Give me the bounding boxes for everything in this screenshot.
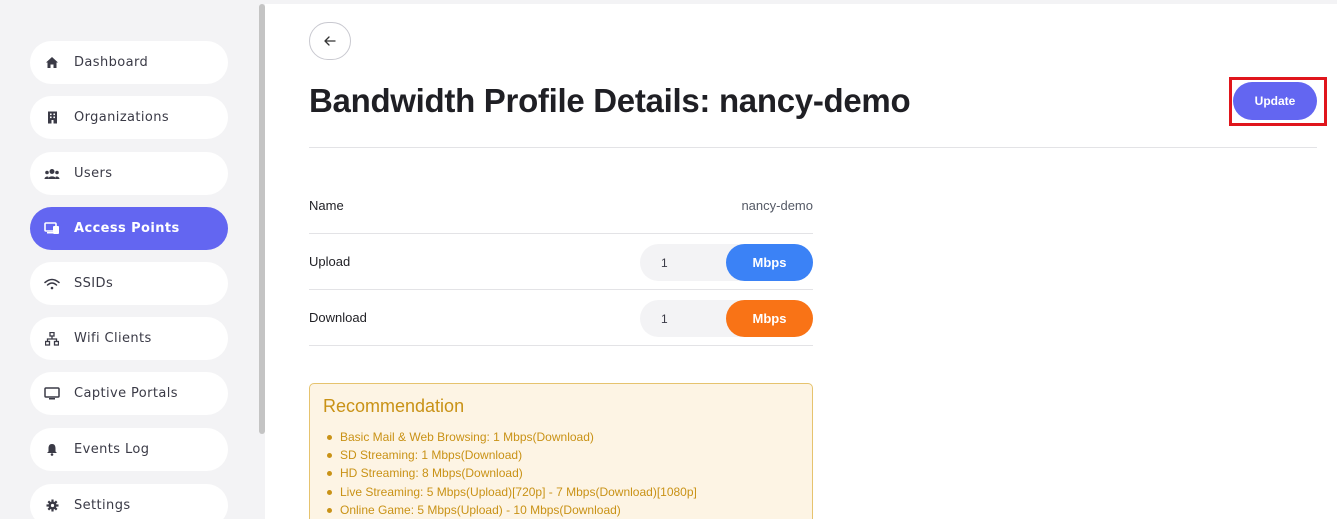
- sidebar-item-wifi-clients[interactable]: Wifi Clients: [30, 317, 228, 360]
- recommendation-item: Online Game: 5 Mbps(Upload) - 10 Mbps(Do…: [323, 501, 799, 519]
- sidebar-item-label: Wifi Clients: [74, 331, 152, 346]
- sidebar-item-label: Dashboard: [74, 55, 149, 70]
- download-input-group: 1 Mbps: [640, 300, 813, 337]
- sidebar-item-users[interactable]: Users: [30, 152, 228, 195]
- recommendation-item: Live Streaming: 5 Mbps(Upload)[720p] - 7…: [323, 483, 799, 501]
- sidebar-item-ssids[interactable]: SSIDs: [30, 262, 228, 305]
- wifi-icon: [44, 276, 60, 292]
- back-button[interactable]: [309, 22, 351, 60]
- network-icon: [44, 331, 60, 347]
- sidebar-item-events-log[interactable]: Events Log: [30, 428, 228, 471]
- sidebar-item-captive-portals[interactable]: Captive Portals: [30, 372, 228, 415]
- recommendation-box: Recommendation Basic Mail & Web Browsing…: [309, 383, 813, 519]
- bell-icon: [44, 442, 60, 458]
- upload-input-group: 1 Mbps: [640, 244, 813, 281]
- sidebar: Dashboard Organizations Users Access Poi…: [0, 4, 265, 519]
- users-icon: [44, 166, 60, 182]
- page-title: Bandwidth Profile Details: nancy-demo: [309, 82, 911, 119]
- recommendation-title: Recommendation: [323, 396, 465, 416]
- upload-unit-select[interactable]: Mbps: [726, 244, 813, 281]
- sidebar-item-access-points[interactable]: Access Points: [30, 207, 228, 250]
- download-unit-select[interactable]: Mbps: [726, 300, 813, 337]
- sidebar-item-label: Settings: [74, 498, 131, 513]
- header-divider: [309, 147, 1317, 148]
- sidebar-item-label: Access Points: [74, 221, 180, 236]
- upload-input[interactable]: 1: [640, 256, 726, 270]
- name-value: nancy-demo: [741, 198, 813, 213]
- recommendation-item: HD Streaming: 8 Mbps(Download): [323, 464, 799, 482]
- building-icon: [44, 110, 60, 126]
- name-label: Name: [309, 198, 344, 213]
- name-row: Name nancy-demo: [309, 178, 813, 234]
- sidebar-item-label: SSIDs: [74, 276, 114, 291]
- sidebar-item-settings[interactable]: Settings: [30, 484, 228, 519]
- sidebar-item-label: Users: [74, 166, 113, 181]
- home-icon: [44, 55, 60, 71]
- arrow-left-icon: [324, 34, 336, 49]
- devices-icon: [44, 221, 60, 237]
- recommendation-item: SD Streaming: 1 Mbps(Download): [323, 446, 799, 464]
- sidebar-item-label: Events Log: [74, 442, 150, 457]
- gear-icon: [44, 498, 60, 514]
- sidebar-item-organizations[interactable]: Organizations: [30, 96, 228, 139]
- app-root: Dashboard Organizations Users Access Poi…: [0, 0, 1337, 519]
- recommendation-list: Basic Mail & Web Browsing: 1 Mbps(Downlo…: [323, 428, 799, 519]
- sidebar-scrollbar[interactable]: [259, 4, 265, 434]
- recommendation-item: Basic Mail & Web Browsing: 1 Mbps(Downlo…: [323, 428, 799, 446]
- download-input[interactable]: 1: [640, 312, 726, 326]
- sidebar-item-dashboard[interactable]: Dashboard: [30, 41, 228, 84]
- monitor-icon: [44, 386, 60, 402]
- download-row: Download 1 Mbps: [309, 290, 813, 346]
- sidebar-item-label: Captive Portals: [74, 386, 178, 401]
- sidebar-item-label: Organizations: [74, 110, 170, 125]
- update-button[interactable]: Update: [1233, 82, 1317, 120]
- upload-row: Upload 1 Mbps: [309, 234, 813, 290]
